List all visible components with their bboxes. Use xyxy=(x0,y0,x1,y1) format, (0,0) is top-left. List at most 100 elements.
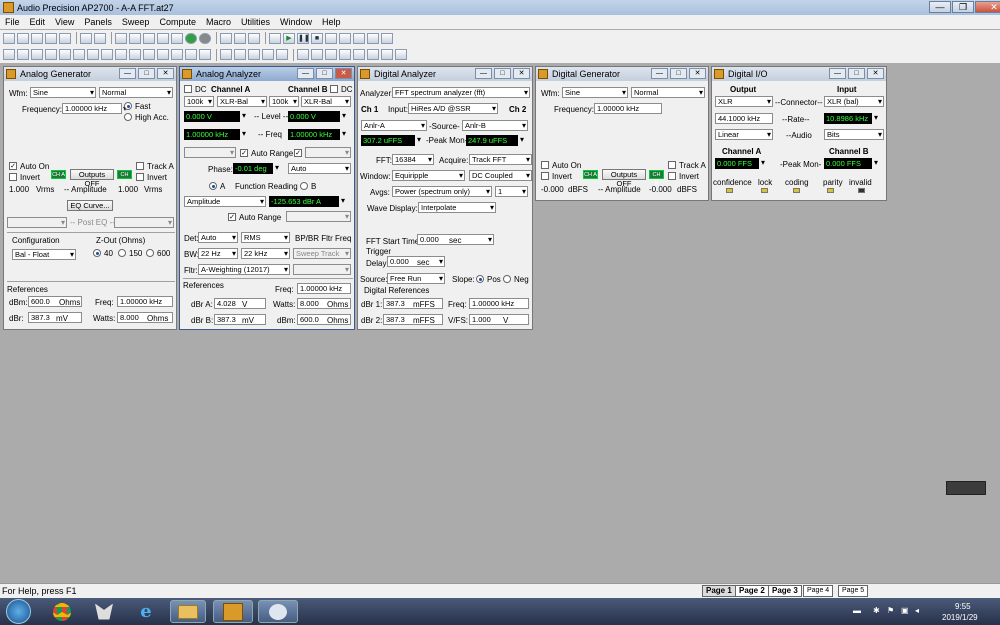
menu-macro[interactable]: Macro xyxy=(201,17,236,27)
delay-input[interactable]: 0.000 xyxy=(387,256,445,267)
clock-time[interactable]: 9:55 xyxy=(955,602,971,611)
panel-close-button[interactable]: ✕ xyxy=(335,68,352,79)
undo-zoom-icon[interactable] xyxy=(381,32,393,44)
panel-set-7-icon[interactable] xyxy=(381,49,393,60)
panel-maximize-button[interactable]: □ xyxy=(494,68,511,79)
menu-file[interactable]: File xyxy=(0,17,25,27)
menu-edit[interactable]: Edit xyxy=(25,17,51,27)
sweep-icon[interactable] xyxy=(353,32,365,44)
invert-b-checkbox[interactable] xyxy=(668,172,676,180)
panel-set-3-icon[interactable] xyxy=(325,49,337,60)
bars-icon[interactable] xyxy=(143,49,155,60)
range-a-select[interactable]: 100k xyxy=(184,96,214,107)
fft-size-select[interactable]: 16384 xyxy=(392,154,434,165)
amplitude-a-unit[interactable]: Vrms xyxy=(36,185,54,194)
window-select[interactable]: Equiripple xyxy=(392,170,465,181)
dbr1-unit[interactable]: mFFS xyxy=(413,300,435,309)
panel-minimize-button[interactable]: — xyxy=(119,68,136,79)
output-rate-input[interactable]: 44.1000 kHz xyxy=(715,113,773,124)
amplitude-a-unit[interactable]: dBFS xyxy=(568,185,588,194)
sweep-track-select[interactable]: Sweep Track xyxy=(293,248,351,259)
input-connector-select[interactable]: XLR (bal) xyxy=(824,96,884,107)
arrow-down-icon[interactable] xyxy=(234,49,246,60)
eq-curve-button[interactable]: EQ Curve... xyxy=(67,200,113,211)
waveform-mode-select[interactable]: Normal xyxy=(631,87,705,98)
file-explorer-icon[interactable] xyxy=(170,600,206,623)
audio-precision-taskbar-icon[interactable] xyxy=(213,600,253,623)
panel-set-2-icon[interactable] xyxy=(311,49,323,60)
zout-40-radio[interactable] xyxy=(93,249,101,257)
slope-pos-radio[interactable] xyxy=(476,275,484,283)
panel-close-button[interactable]: ✕ xyxy=(157,68,174,79)
sheet-icon[interactable] xyxy=(262,49,274,60)
cursor-icon[interactable] xyxy=(367,32,379,44)
source-b-select[interactable]: XLR-Bal xyxy=(301,96,351,107)
panel-maximize-button[interactable]: □ xyxy=(138,68,155,79)
auto-range-b-checkbox[interactable]: ✓ xyxy=(294,149,302,157)
outputs-button[interactable]: Outputs OFF xyxy=(70,169,114,188)
freq-input[interactable]: 1.00000 kHz xyxy=(469,298,529,309)
new-icon[interactable] xyxy=(3,32,15,44)
page-tab-4[interactable]: Page 4 xyxy=(803,585,834,597)
dbr-unit[interactable]: mV xyxy=(56,314,68,323)
dc-b-checkbox[interactable] xyxy=(330,85,338,93)
input-audio-select[interactable]: Bits xyxy=(824,129,884,140)
flag-icon[interactable]: ⚑ xyxy=(887,606,894,615)
chrome-icon[interactable] xyxy=(44,600,80,623)
zoom-icon[interactable] xyxy=(339,32,351,44)
panel-set-4-icon[interactable] xyxy=(339,49,351,60)
outputs-button[interactable]: Outputs OFF xyxy=(602,169,646,188)
dbr2-unit[interactable]: mFFS xyxy=(413,316,435,325)
amplitude-a-value[interactable]: -0.000 xyxy=(541,185,564,194)
amplitude-b-value[interactable]: 1.000 xyxy=(118,185,138,194)
auto-range-checkbox[interactable]: ✓ xyxy=(240,149,248,157)
arrow-right-icon[interactable] xyxy=(220,49,232,60)
vfs-input[interactable]: 1.000 xyxy=(469,314,529,325)
acquire-select[interactable]: Track FFT xyxy=(469,154,532,165)
sync-icon[interactable] xyxy=(73,49,85,60)
minimize-button[interactable]: — xyxy=(929,1,951,13)
panel-minimize-button[interactable]: — xyxy=(475,68,492,79)
panel-set-8-icon[interactable] xyxy=(395,49,407,60)
page-tab-2[interactable]: Page 2 xyxy=(735,585,769,597)
speaker-icon[interactable] xyxy=(129,49,141,60)
analog-gen-icon[interactable] xyxy=(3,49,15,60)
frequency-input[interactable]: 1.00000 kHz xyxy=(594,103,662,114)
bw-high-select[interactable]: 22 kHz xyxy=(241,248,290,259)
stop-icon[interactable] xyxy=(199,32,211,44)
freq-b-unit-icon[interactable]: ▾ xyxy=(342,129,346,138)
source-1-select[interactable]: Anlr-A xyxy=(361,120,427,131)
waveform-mode-select[interactable]: Normal xyxy=(99,87,173,98)
filter-icon[interactable] xyxy=(59,49,71,60)
post-eq-a-select[interactable] xyxy=(7,217,67,228)
peak-2-unit-icon[interactable]: ▾ xyxy=(520,135,524,144)
dial-icon[interactable] xyxy=(199,49,211,60)
output-connector-select[interactable]: XLR xyxy=(715,96,773,107)
digital-gen-icon[interactable] xyxy=(87,49,99,60)
bluetooth-icon[interactable]: ✱ xyxy=(873,606,880,615)
amplitude-b-unit[interactable]: Vrms xyxy=(144,185,162,194)
network-icon[interactable]: ▣ xyxy=(901,606,909,615)
meter-icon[interactable] xyxy=(171,49,183,60)
zout-150-radio[interactable] xyxy=(118,249,126,257)
dbra-unit[interactable]: V xyxy=(242,300,247,309)
peak-b-unit-icon[interactable]: ▾ xyxy=(874,158,878,167)
panel-minimize-button[interactable]: — xyxy=(297,68,314,79)
amplitude-a-value[interactable]: 1.000 xyxy=(9,185,29,194)
window-icon[interactable] xyxy=(248,32,260,44)
print-icon[interactable] xyxy=(80,32,92,44)
panel-maximize-button[interactable]: □ xyxy=(670,68,687,79)
source-2-select[interactable]: Anlr-B xyxy=(462,120,528,131)
app-logo-icon[interactable] xyxy=(86,600,122,623)
amplitude-b-unit[interactable]: dBFS xyxy=(677,185,697,194)
bw-low-select[interactable]: 22 Hz xyxy=(198,248,238,259)
dcx-icon[interactable] xyxy=(45,49,57,60)
panel-minimize-button[interactable]: — xyxy=(829,68,846,79)
page-tab-5[interactable]: Page 5 xyxy=(838,585,869,597)
panel-maximize-button[interactable]: □ xyxy=(316,68,333,79)
trigger-source-select[interactable]: Free Run xyxy=(387,273,445,284)
disabled-select-b[interactable] xyxy=(305,147,351,158)
menu-panels[interactable]: Panels xyxy=(79,17,117,27)
amplitude-b-value[interactable]: -0.000 xyxy=(649,185,672,194)
go-icon[interactable] xyxy=(185,32,197,44)
